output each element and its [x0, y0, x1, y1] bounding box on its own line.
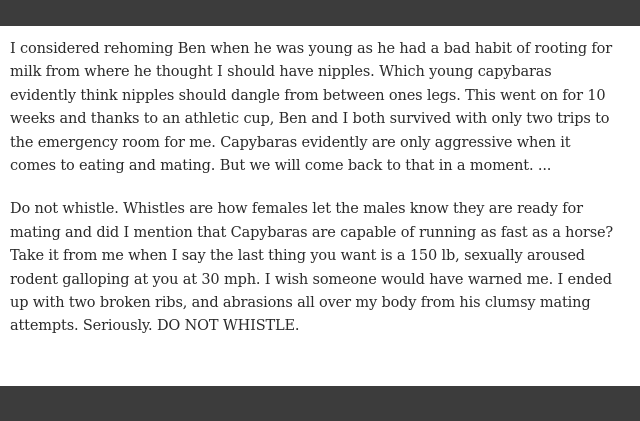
bottom-dark-border [0, 386, 640, 421]
text-line: up with two broken ribs, and abrasions a… [10, 295, 591, 312]
text-line: evidently think nipples should dangle fr… [10, 87, 606, 104]
text-line: Take it from me when I say the last thin… [10, 248, 585, 265]
text-line: mating and did I mention that Capybaras … [10, 224, 614, 241]
text-line: the emergency room for me. Capybaras evi… [10, 134, 571, 151]
text-line: rodent galloping at you at 30 mph. I wis… [10, 271, 612, 288]
text-line: comes to eating and mating. But we will … [10, 158, 552, 175]
text-card: I considered rehoming Ben when he was yo… [0, 26, 640, 386]
text-line: Do not whistle. Whistles are how females… [10, 201, 583, 218]
text-line: I considered rehoming Ben when he was yo… [10, 41, 612, 57]
text-line: milk from where he thought I should have… [10, 64, 552, 81]
text-line: attempts. Seriously. DO NOT WHISTLE. [10, 318, 300, 335]
top-dark-border [0, 0, 640, 26]
paragraph-1: I considered rehoming Ben when he was yo… [10, 38, 630, 178]
text-line: weeks and thanks to an athletic cup, Ben… [10, 111, 610, 128]
paragraph-2: Do not whistle. Whistles are how females… [10, 198, 630, 338]
